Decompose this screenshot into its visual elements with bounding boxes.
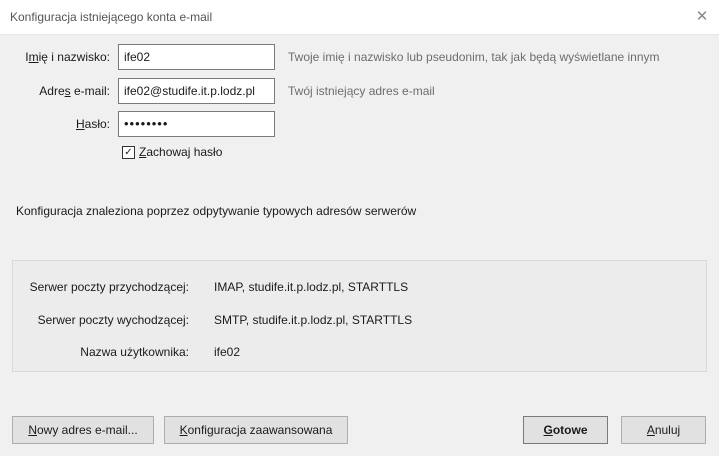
outgoing-server-value: SMTP, studife.it.p.lodz.pl, STARTTLS	[214, 313, 413, 327]
status-text: Konfiguracja znaleziona poprzez odpytywa…	[16, 204, 417, 218]
email-hint: Twój istniejący adres e-mail	[288, 84, 435, 98]
new-address-button[interactable]: Nowy adres e-mail...	[12, 416, 154, 444]
advanced-config-button[interactable]: Konfiguracja zaawansowana	[164, 416, 348, 444]
outgoing-server-label: Serwer poczty wychodzącej:	[37, 313, 189, 327]
title-bar: Konfiguracja istniejącego konta e-mail ✕	[0, 0, 719, 35]
email-input[interactable]: ife02@studife.it.p.lodz.pl	[118, 78, 275, 104]
password-label: Hasło:	[75, 117, 110, 131]
password-input[interactable]: ••••••••	[118, 111, 275, 137]
username-label: Nazwa użytkownika:	[80, 345, 189, 359]
name-hint: Twoje imię i nazwisko lub pseudonim, tak…	[288, 50, 660, 64]
checkmark-icon[interactable]: ✓	[122, 146, 135, 159]
incoming-server-label: Serwer poczty przychodzącej:	[29, 280, 189, 294]
username-value: ife02	[214, 345, 241, 359]
name-input[interactable]: ife02	[118, 44, 275, 70]
close-icon[interactable]: ✕	[685, 0, 719, 34]
incoming-server-value: IMAP, studife.it.p.lodz.pl, STARTTLS	[214, 280, 409, 294]
name-label: Imię i nazwisko:	[25, 50, 110, 64]
server-info-panel: Serwer poczty przychodzącej: IMAP, studi…	[12, 260, 707, 372]
remember-password-label: Zachowaj hasło	[139, 145, 223, 159]
done-button[interactable]: Gotowe	[523, 416, 608, 444]
window-title: Konfiguracja istniejącego konta e-mail	[10, 10, 213, 24]
email-label: Adres e-mail:	[39, 84, 110, 98]
cancel-button[interactable]: Anuluj	[621, 416, 706, 444]
